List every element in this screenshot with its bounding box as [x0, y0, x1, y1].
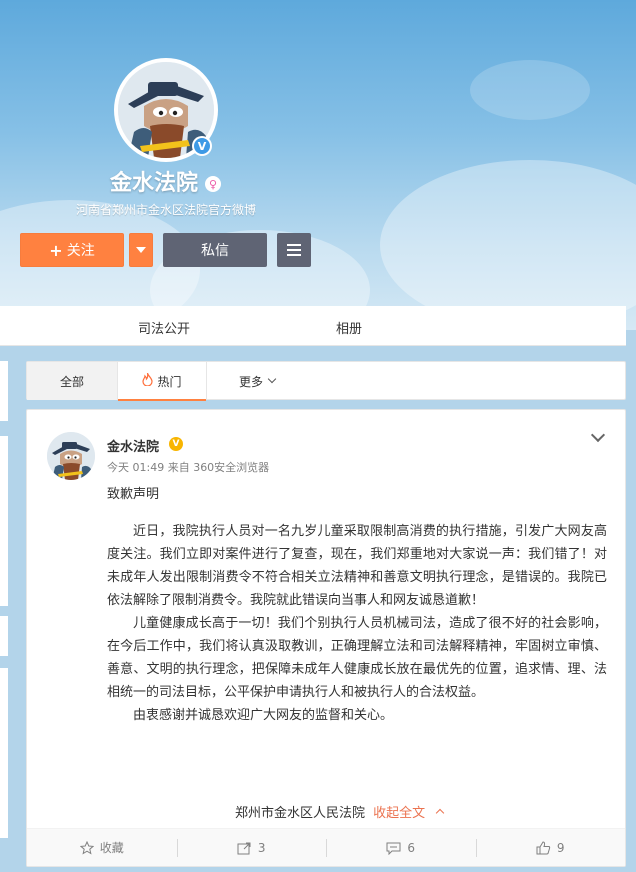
post-title: 致歉声明	[107, 487, 160, 502]
like-count: 9	[556, 840, 565, 855]
comment-icon	[386, 842, 401, 855]
tab-hot-label: 热门	[157, 374, 182, 389]
repost-count: 3	[257, 840, 266, 855]
chevron-up-icon	[436, 808, 445, 818]
post-signature-row: 郑州市金水区人民法院 收起全文	[235, 802, 445, 821]
more-menu-button[interactable]	[277, 233, 311, 267]
post-card: 金水法院 V 今天 01:49 来自 360安全浏览器 致歉声明 近日，我院执行…	[26, 409, 626, 867]
nav-item-album[interactable]: 相册	[336, 318, 362, 337]
tab-hot[interactable]: 热门	[117, 362, 207, 401]
profile-description: 河南省郑州市金水区法院官方微博	[76, 203, 257, 217]
repost-icon	[237, 842, 251, 854]
profile-name: 金水法院	[110, 171, 199, 196]
post-paragraph: 儿童健康成长高于一切！我们个别执行人员机械司法，造成了很不好的社会影响，在今后工…	[107, 616, 607, 700]
post-author-name[interactable]: 金水法院	[107, 436, 159, 455]
star-icon	[79, 840, 94, 855]
female-icon: ♀	[205, 176, 221, 192]
tab-all[interactable]: 全部	[27, 362, 117, 400]
comment-count: 6	[407, 840, 416, 855]
favorite-button[interactable]: 收藏	[27, 829, 177, 866]
profile-nav: 司法公开 相册	[0, 306, 626, 346]
avatar-judge-illustration	[47, 432, 95, 480]
verified-badge-icon: V	[192, 136, 212, 156]
left-panel-fragment	[0, 436, 8, 606]
post-author-avatar[interactable]	[47, 432, 95, 480]
post-meta: 今天 01:49 来自 360安全浏览器	[107, 461, 270, 474]
like-button[interactable]: 9	[475, 829, 626, 866]
plus-icon: +	[49, 240, 63, 260]
favorite-label: 收藏	[99, 841, 124, 855]
post-paragraph: 近日，我院执行人员对一名九岁儿童采取限制高消费的执行措施，引发广大网友高度关注。…	[107, 524, 607, 608]
tab-more-label: 更多	[238, 374, 263, 389]
chevron-down-icon	[267, 374, 277, 384]
collapse-label: 收起全文	[373, 806, 426, 821]
menu-icon	[287, 244, 301, 256]
feed-filter-tabs: 全部 热门 更多	[26, 361, 626, 401]
post-paragraph: 由衷感谢并诚恳欢迎广大网友的监督和关心。	[133, 708, 394, 723]
left-panel-fragment	[0, 361, 8, 421]
collapse-button[interactable]: 收起全文	[373, 806, 445, 821]
post-signature: 郑州市金水区人民法院	[235, 806, 366, 821]
message-button[interactable]: 私信	[163, 233, 267, 267]
caret-down-icon	[136, 247, 146, 253]
profile-cover	[0, 0, 636, 330]
follow-dropdown-button[interactable]	[129, 233, 153, 267]
tab-all-label: 全部	[59, 374, 84, 389]
thumbs-up-icon	[536, 840, 551, 854]
comment-button[interactable]: 6	[326, 829, 476, 866]
post-body: 近日，我院执行人员对一名九岁儿童采取限制高消费的执行措施，引发广大网友高度关注。…	[107, 520, 607, 727]
flame-icon	[142, 372, 154, 389]
post-menu-chevron-icon[interactable]	[590, 427, 606, 443]
follow-button[interactable]: + 关注	[20, 233, 124, 267]
left-panel-fragment	[0, 616, 8, 656]
left-panel-fragment	[0, 668, 8, 838]
follow-label: 关注	[66, 243, 95, 259]
vip-badge-icon: V	[169, 437, 183, 451]
post-actions: 收藏 3 6 9	[27, 828, 625, 866]
message-label: 私信	[201, 243, 229, 259]
tab-more[interactable]: 更多	[217, 362, 297, 400]
nav-item-judicial-open[interactable]: 司法公开	[138, 318, 190, 337]
repost-button[interactable]: 3	[176, 829, 327, 866]
